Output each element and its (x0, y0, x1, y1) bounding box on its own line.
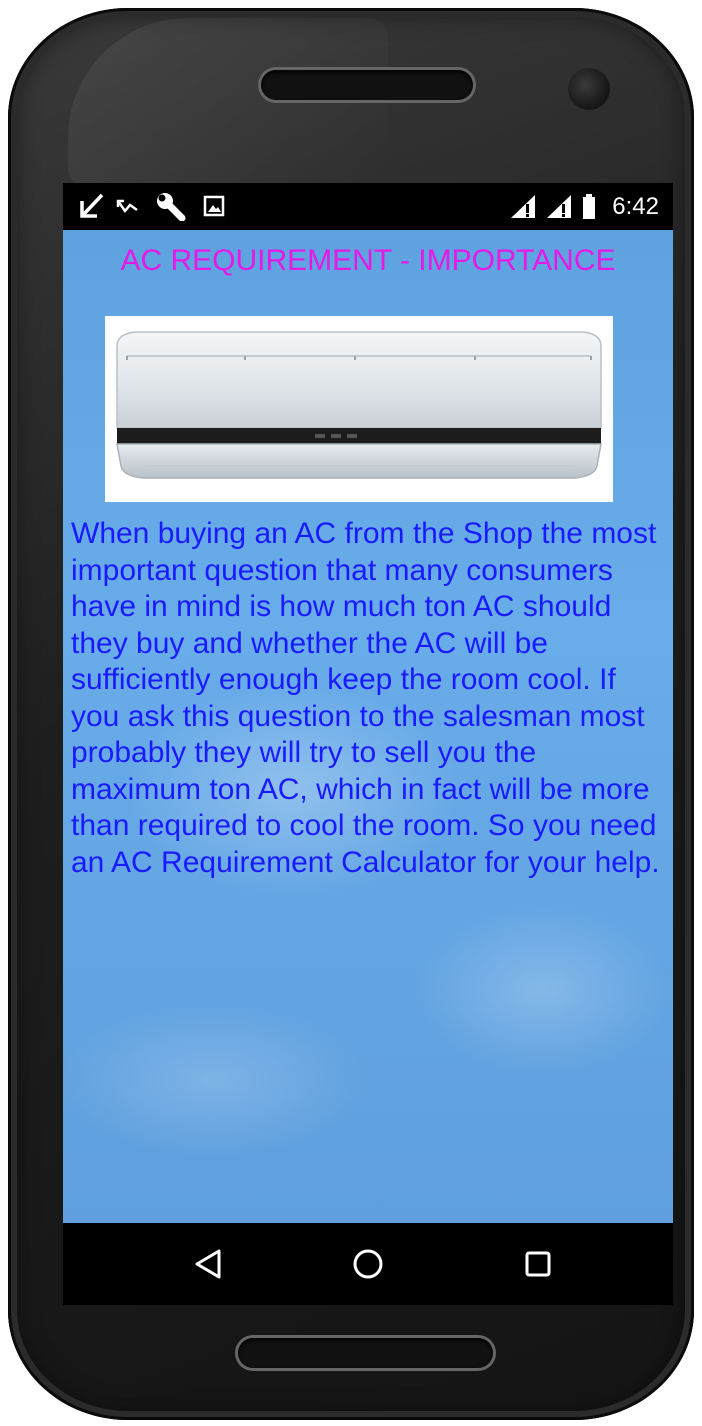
home-button[interactable] (343, 1239, 393, 1289)
phone-shine (68, 18, 388, 188)
signal-icon (547, 195, 571, 218)
phone-frame: 6:42 AC REQUIREMENT - IMPORTANCE When bu… (8, 8, 694, 1420)
download-arrow-icon (80, 193, 104, 218)
navigation-bar (63, 1223, 673, 1305)
signal-icon (511, 195, 535, 218)
missed-call-icon (116, 199, 138, 214)
page-title: AC REQUIREMENT - IMPORTANCE (120, 244, 616, 277)
back-icon (195, 1249, 221, 1279)
bottom-speaker (238, 1338, 493, 1368)
air-conditioner-image (105, 316, 613, 502)
back-button[interactable] (183, 1239, 233, 1289)
earpiece-speaker (261, 70, 473, 100)
front-camera (568, 68, 610, 110)
recents-icon (525, 1251, 551, 1277)
status-clock: 6:42 (612, 193, 659, 220)
description-text: When buying an AC from the Shop the most… (71, 517, 660, 879)
home-icon (353, 1249, 383, 1279)
battery-icon (583, 194, 595, 219)
status-bar: 6:42 (63, 183, 673, 230)
app-content: AC REQUIREMENT - IMPORTANCE When buying … (63, 230, 673, 1223)
wrench-icon (157, 193, 186, 221)
screen: 6:42 AC REQUIREMENT - IMPORTANCE When bu… (63, 183, 673, 1305)
image-icon (203, 195, 225, 217)
recents-button[interactable] (513, 1239, 563, 1289)
